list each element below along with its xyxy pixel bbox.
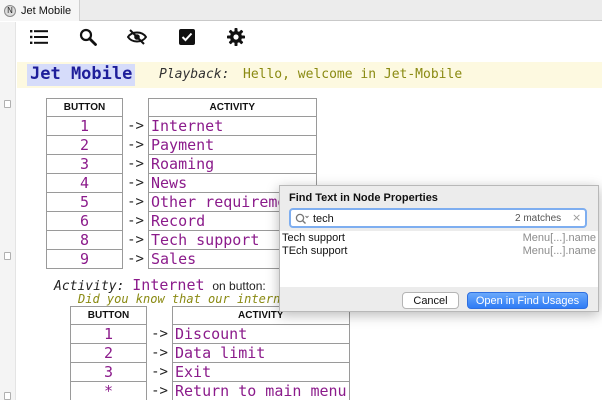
result-item[interactable]: TEch support Menu[...].name <box>280 245 598 258</box>
button-number[interactable]: 1 <box>70 324 147 344</box>
activity-name[interactable]: Exit <box>172 362 350 382</box>
arrow: -> <box>122 249 149 269</box>
table-row: 2 -> Data limit <box>70 343 350 363</box>
column-header-button: BUTTON <box>70 306 147 325</box>
fold-marker-icon[interactable] <box>4 252 11 260</box>
button-number[interactable]: 4 <box>46 173 123 193</box>
dialog-title: Find Text in Node Properties <box>289 192 438 204</box>
fold-marker-icon[interactable] <box>4 100 11 108</box>
list-icon[interactable] <box>29 28 49 46</box>
column-header-activity: ACTIVITY <box>148 98 317 117</box>
button-number[interactable]: 9 <box>46 249 123 269</box>
arrow: -> <box>122 135 149 155</box>
search-icon[interactable] <box>78 28 98 46</box>
editor-gutter <box>0 22 16 400</box>
table-row: 5 -> Other requirements <box>46 192 317 212</box>
playback-value[interactable]: Hello, welcome in Jet-Mobile <box>243 67 462 82</box>
editor-tab-bar: N Jet Mobile <box>0 0 602 21</box>
table-row: 9 -> Sales <box>46 249 317 269</box>
search-icon[interactable] <box>295 212 309 230</box>
table-row: 6 -> Record <box>46 211 317 231</box>
table-row: 3 -> Roaming <box>46 154 317 174</box>
table-row: * -> Return to main menu <box>70 381 350 400</box>
match-count: 2 matches <box>515 213 562 224</box>
playback-label: Playback: <box>159 67 230 82</box>
table-row: 1 -> Discount <box>70 324 350 344</box>
button-number[interactable]: 1 <box>46 116 123 136</box>
node-icon: N <box>4 4 16 17</box>
arrow: -> <box>122 116 149 136</box>
result-item[interactable]: Tech support Menu[...].name <box>280 232 598 245</box>
activity-name[interactable]: Data limit <box>172 343 350 363</box>
button-number[interactable]: 6 <box>46 211 123 231</box>
button-number[interactable]: 8 <box>46 230 123 250</box>
activity-name[interactable]: Return to main menu <box>172 381 350 400</box>
button-number[interactable]: 3 <box>46 154 123 174</box>
result-path: Menu[...].name <box>522 245 596 257</box>
arrow: -> <box>122 211 149 231</box>
app-name[interactable]: Jet Mobile <box>27 64 136 86</box>
arrow: -> <box>122 173 149 193</box>
find-text-dialog: Find Text in Node Properties 2 matches ×… <box>279 185 599 312</box>
gear-icon[interactable] <box>226 28 246 46</box>
button-number[interactable]: 2 <box>70 343 147 363</box>
search-field[interactable]: 2 matches × <box>289 208 587 228</box>
activity-menu-table: BUTTON ACTIVITY 1 -> Discount 2 -> Data … <box>70 306 350 400</box>
result-name: TEch support <box>282 245 348 257</box>
activity-name[interactable]: Internet <box>148 116 317 136</box>
table-row: 8 -> Tech support <box>46 230 317 250</box>
main-menu-table: BUTTON ACTIVITY 1 -> Internet 2 -> Payme… <box>46 98 317 269</box>
fold-marker-icon[interactable] <box>4 392 11 400</box>
tab-title: Jet Mobile <box>21 4 72 17</box>
activity-hint[interactable]: Did you know that our interne <box>78 292 283 306</box>
open-in-find-usages-button[interactable]: Open in Find Usages <box>467 292 588 309</box>
button-number[interactable]: 3 <box>70 362 147 382</box>
arrow: -> <box>146 324 173 344</box>
checkbox-icon[interactable] <box>177 28 197 46</box>
result-path: Menu[...].name <box>522 232 596 244</box>
button-number[interactable]: * <box>70 381 147 400</box>
on-button-label: on button: <box>212 279 266 293</box>
activity-name[interactable]: Roaming <box>148 154 317 174</box>
table-row: 2 -> Payment <box>46 135 317 155</box>
arrow: -> <box>122 192 149 212</box>
cancel-button[interactable]: Cancel <box>402 292 459 309</box>
table-row: 3 -> Exit <box>70 362 350 382</box>
search-input[interactable] <box>313 211 513 226</box>
activity-name[interactable]: Payment <box>148 135 317 155</box>
button-number[interactable]: 2 <box>46 135 123 155</box>
arrow: -> <box>146 362 173 382</box>
column-header-button: BUTTON <box>46 98 123 117</box>
table-row: 4 -> News <box>46 173 317 193</box>
arrow: -> <box>122 230 149 250</box>
clear-icon[interactable]: × <box>572 211 581 224</box>
hide-icon[interactable] <box>127 28 147 46</box>
arrow: -> <box>146 343 173 363</box>
results-list: Tech support Menu[...].name TEch support… <box>280 231 598 287</box>
table-row: 1 -> Internet <box>46 116 317 136</box>
result-name: Tech support <box>282 232 345 244</box>
arrow: -> <box>122 154 149 174</box>
activity-name[interactable]: Discount <box>172 324 350 344</box>
tab-jet-mobile[interactable]: N Jet Mobile <box>0 0 81 21</box>
button-number[interactable]: 5 <box>46 192 123 212</box>
arrow: -> <box>146 381 173 400</box>
